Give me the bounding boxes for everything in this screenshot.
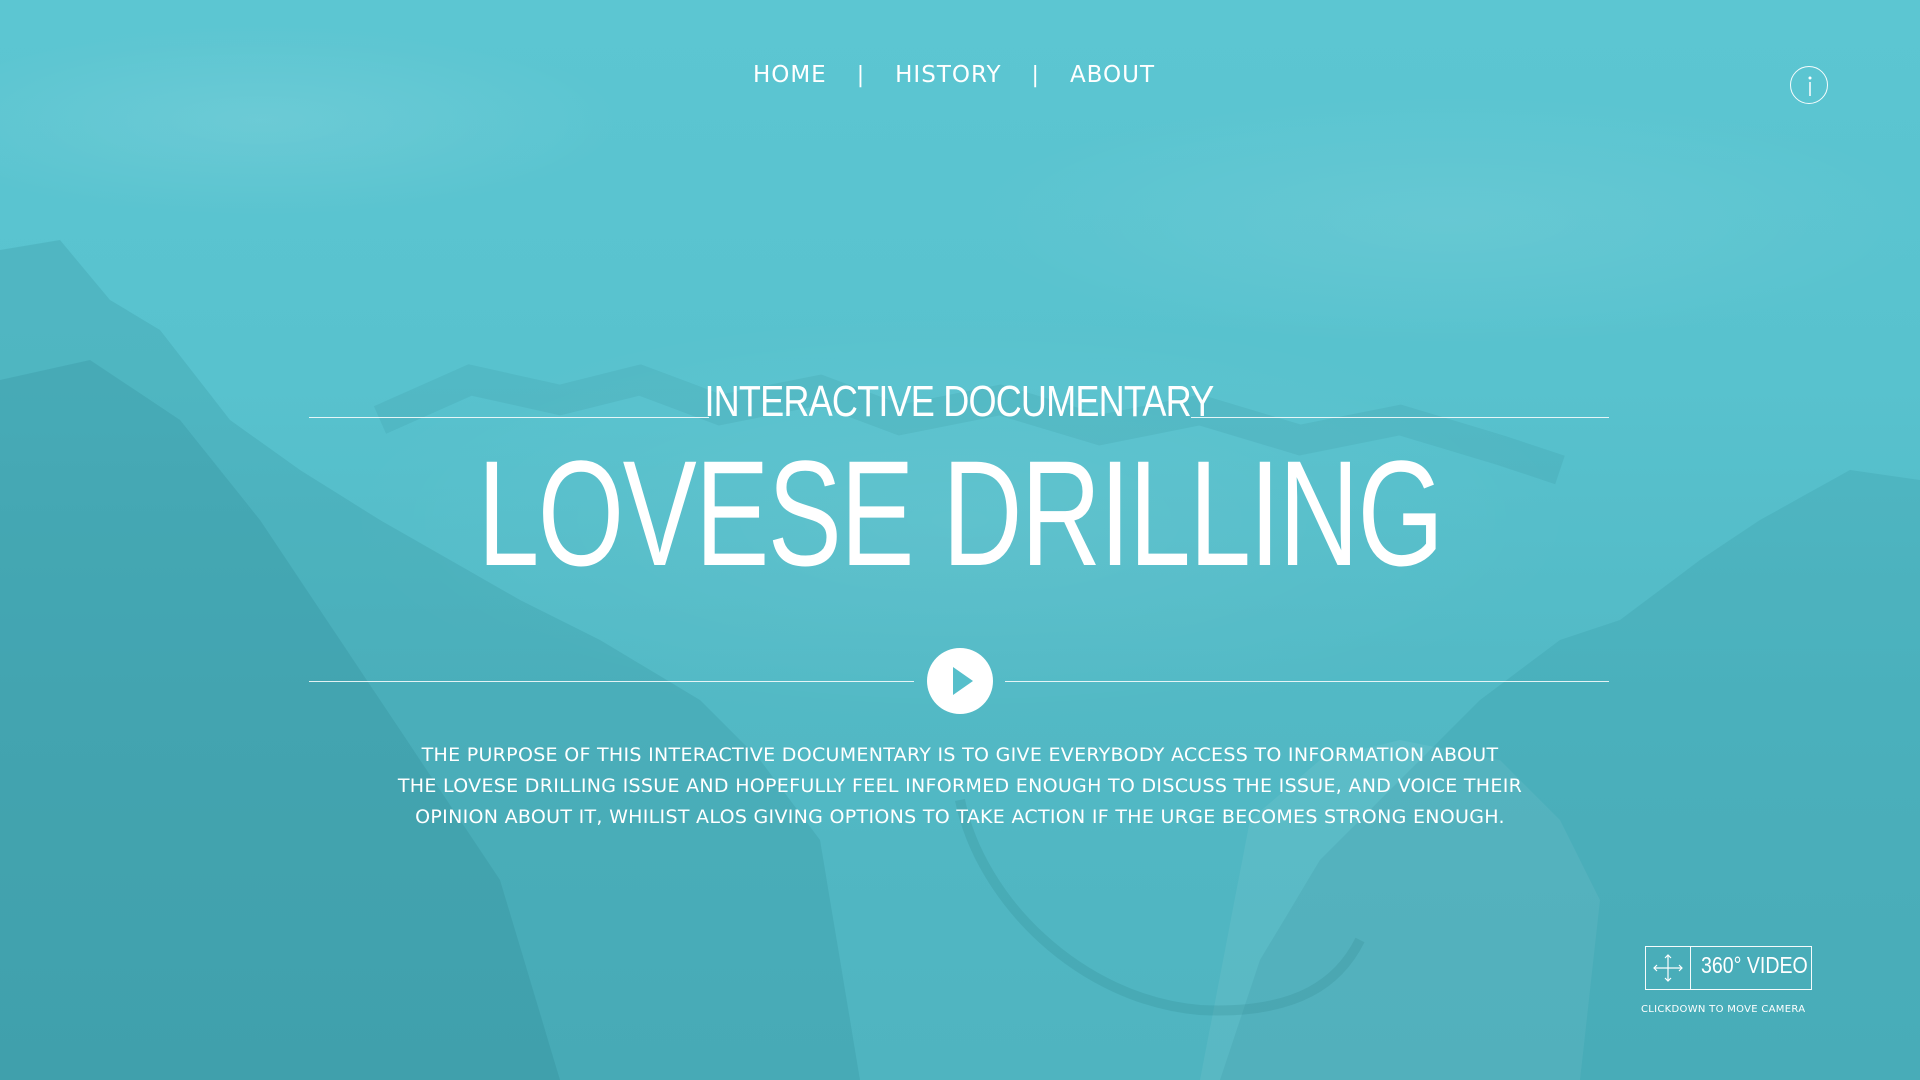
play-row bbox=[309, 648, 1609, 714]
description-line: OPINION ABOUT IT, WHILIST ALOS GIVING OP… bbox=[415, 806, 1505, 828]
nav-separator: | bbox=[1031, 62, 1040, 88]
top-navigation: HOME | HISTORY | ABOUT bbox=[0, 62, 1920, 88]
page-title: LOVESE DRILLING bbox=[477, 429, 1444, 597]
page-subtitle: INTERACTIVE DOCUMENTARY bbox=[704, 377, 1214, 426]
info-button[interactable] bbox=[1790, 66, 1828, 104]
subtitle-row: INTERACTIVE DOCUMENTARY bbox=[309, 377, 1609, 427]
nav-separator: | bbox=[856, 62, 866, 88]
description-line: THE PURPOSE OF THIS INTERACTIVE DOCUMENT… bbox=[421, 744, 1499, 766]
description-line: THE LOVESE DRILLING ISSUE AND HOPEFULLY … bbox=[397, 775, 1523, 797]
play-left-rule bbox=[309, 681, 914, 682]
play-icon bbox=[953, 667, 973, 695]
nav-home-link[interactable]: HOME bbox=[749, 62, 831, 88]
move-arrows-icon bbox=[1653, 954, 1683, 982]
play-button[interactable] bbox=[927, 648, 993, 714]
play-right-rule bbox=[1005, 681, 1609, 682]
nav-about-link[interactable]: ABOUT bbox=[1066, 62, 1159, 88]
camera-hint: CLICKDOWN TO MOVE CAMERA bbox=[1641, 1004, 1806, 1015]
video-360-button[interactable]: 360° VIDEO bbox=[1645, 946, 1812, 990]
move-arrows-cell bbox=[1646, 947, 1691, 989]
video-360-label: 360° VIDEO bbox=[1701, 952, 1808, 978]
description-text: THE PURPOSE OF THIS INTERACTIVE DOCUMENT… bbox=[360, 740, 1560, 833]
info-icon bbox=[1808, 76, 1812, 96]
nav-history-link[interactable]: HISTORY bbox=[891, 62, 1005, 88]
